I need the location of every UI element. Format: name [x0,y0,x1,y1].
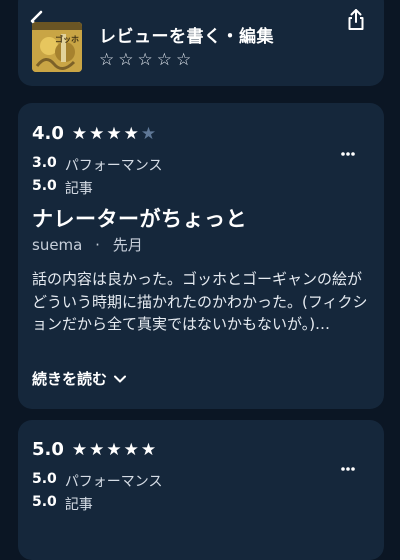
chevron-down-icon [114,375,127,382]
star-filled-icon: ★ [140,439,157,460]
overall-rating-stars: ★ ★ ★ ★ ★ [72,124,156,144]
performance-label: パフォーマンス [64,474,163,490]
story-rating: 5.0 記事 [32,494,93,514]
review-title: ナレーターがちょっと [32,207,247,231]
overall-rating: 5.0 ★ ★ ★ ★ ★ [32,439,156,460]
star-filled-icon: ★ [106,123,122,144]
meta-separator: · [95,236,100,254]
review-body: 話の内容は良かった。ゴッホとゴーギャンの絵がどういう時期に描かれたのかわかった。… [32,270,368,333]
overall-rating: 4.0 ★ ★ ★ ★ ★ [32,123,156,144]
cover-title-text: ゴッホ [55,34,79,44]
performance-rating: 5.0 パフォーマンス [32,471,163,491]
star-filled-icon: ★ [106,439,122,460]
star-outline-icon[interactable]: ☆ [138,50,153,70]
star-filled-icon: ★ [123,439,139,460]
cover-art-icon: ゴッホ [32,22,82,72]
performance-rating: 3.0 パフォーマンス [32,155,163,175]
performance-label: パフォーマンス [64,158,163,174]
star-outline-icon[interactable]: ☆ [157,50,172,70]
performance-score: 3.0 [32,155,57,171]
star-outline-icon[interactable]: ☆ [99,50,114,70]
review-author[interactable]: suema [32,236,82,254]
write-review-link[interactable]: レビューを書く・編集 [99,22,274,47]
more-options-icon[interactable] [340,151,356,157]
star-filled-icon: ★ [71,439,88,460]
story-score: 5.0 [32,178,57,194]
story-label: 記事 [64,497,93,513]
rating-input-stars[interactable]: ☆ ☆ ☆ ☆ ☆ [99,50,191,70]
star-outline-icon[interactable]: ☆ [118,50,133,70]
star-filled-icon: ★ [89,123,105,144]
story-score: 5.0 [32,494,57,510]
share-icon[interactable] [346,8,366,32]
read-more-button[interactable]: 続きを読む [32,368,127,389]
read-more-label: 続きを読む [32,370,108,388]
review-meta: suema · 先月 [32,234,143,255]
star-empty-icon: ★ [140,123,157,144]
star-filled-icon: ★ [89,439,105,460]
review-date: 先月 [112,236,143,254]
overall-rating-value: 5.0 [32,439,64,460]
review-card [18,103,384,409]
star-filled-icon: ★ [123,123,139,144]
overall-rating-value: 4.0 [32,123,64,144]
performance-score: 5.0 [32,471,57,487]
more-options-icon[interactable] [340,466,356,472]
story-rating: 5.0 記事 [32,178,93,198]
overall-rating-stars: ★ ★ ★ ★ ★ [72,440,156,460]
star-outline-icon[interactable]: ☆ [176,50,191,70]
audiobook-cover-image: ゴッホ [32,22,82,72]
story-label: 記事 [64,181,93,197]
star-filled-icon: ★ [71,123,88,144]
